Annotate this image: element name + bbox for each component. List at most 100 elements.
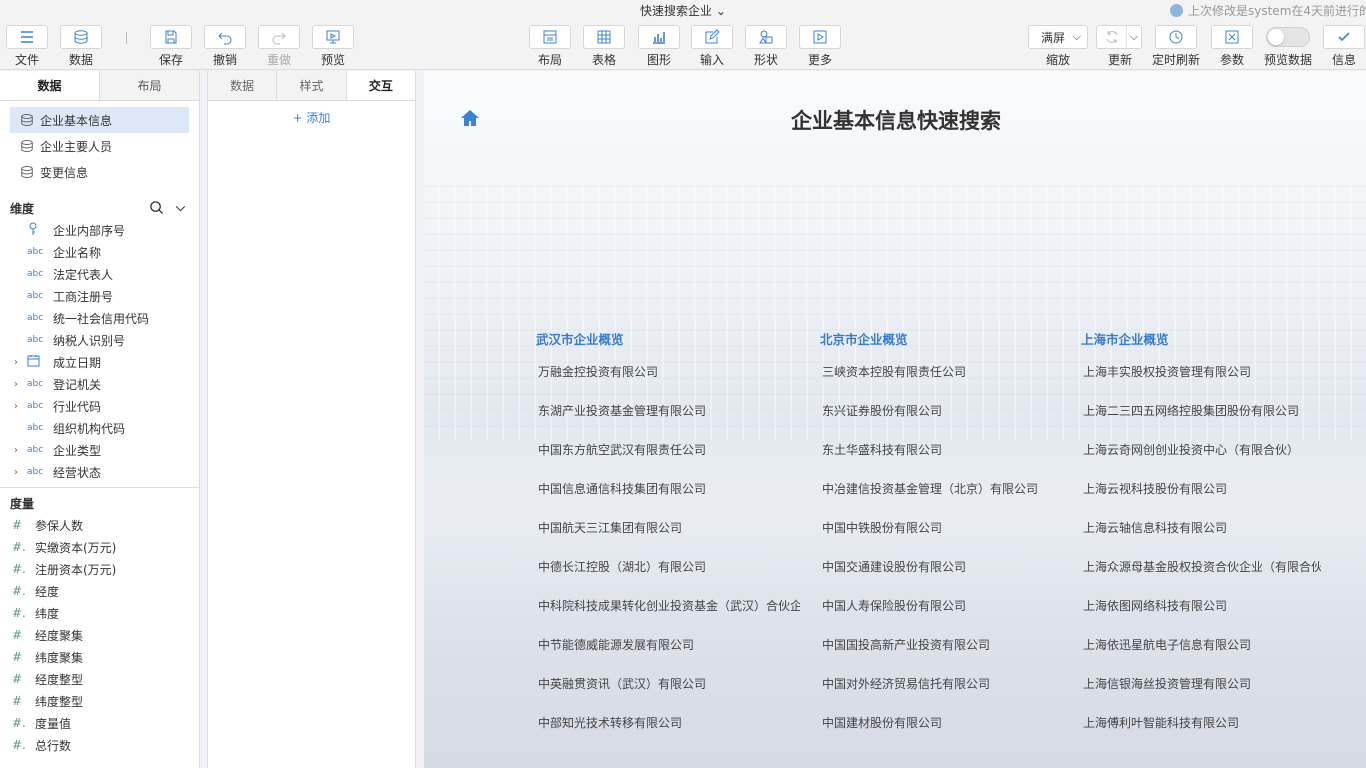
dimension-item[interactable]: › 成立日期 — [0, 351, 199, 373]
measure-item[interactable]: # 参保人数 — [0, 514, 199, 536]
dataset-item[interactable]: 企业主要人员 — [10, 133, 189, 159]
company-link[interactable]: 中英融贯资讯（武汉）有限公司 — [538, 675, 800, 692]
measure-item[interactable]: #. 总行数 — [0, 734, 199, 756]
company-link[interactable]: 东湖产业投资基金管理有限公司 — [538, 402, 800, 419]
tab-data[interactable]: 数据 — [0, 71, 100, 100]
redo-button[interactable]: 重做 — [257, 25, 301, 68]
bar-chart-icon — [653, 32, 665, 44]
measure-item[interactable]: #. 注册资本(万元) — [0, 558, 199, 580]
company-link[interactable]: 中国东方航空武汉有限责任公司 — [538, 441, 800, 458]
company-link[interactable]: 上海二三四五网络控股集团股份有限公司 — [1083, 402, 1321, 419]
dimension-item[interactable]: 企业内部序号 — [0, 219, 199, 241]
company-link[interactable]: 上海丰实股权投资管理有限公司 — [1083, 363, 1321, 380]
company-link[interactable]: 三峡资本控股有限责任公司 — [822, 363, 1062, 380]
measure-item[interactable]: # 纬度聚集 — [0, 646, 199, 668]
company-link[interactable]: 上海信银海丝投资管理有限公司 — [1083, 675, 1321, 692]
dimension-item[interactable]: abc 工商注册号 — [0, 285, 199, 307]
dimension-item[interactable]: abc 法定代表人 — [0, 263, 199, 285]
number-type-icon: #. — [12, 606, 26, 620]
text-type-icon: abc — [27, 269, 44, 279]
company-link[interactable]: 中国信息通信科技集团有限公司 — [538, 480, 800, 497]
number-type-icon: # — [12, 518, 23, 532]
chevron-right-icon[interactable]: › — [14, 379, 18, 390]
measure-item[interactable]: # 经度聚集 — [0, 624, 199, 646]
measure-item[interactable]: #. 纬度 — [0, 602, 199, 624]
input-button[interactable]: 输入 — [690, 25, 734, 68]
dataset-item[interactable]: 企业基本信息 — [10, 107, 189, 133]
company-link[interactable]: 上海傅利叶智能科技有限公司 — [1083, 714, 1321, 731]
chevron-down-icon[interactable]: ⌵ — [176, 200, 185, 215]
refresh-button[interactable]: ⌵ — [1096, 25, 1142, 49]
data-button[interactable]: 数据 — [59, 25, 103, 68]
add-interaction-button[interactable]: + 添加 — [208, 109, 415, 126]
document-title[interactable]: 快速搜索企业 ⌄ — [0, 2, 1366, 19]
tab-interaction[interactable]: 交互 — [346, 71, 415, 100]
company-link[interactable]: 中国人寿保险股份有限公司 — [822, 597, 1062, 614]
chevron-right-icon[interactable]: › — [14, 467, 18, 478]
file-button[interactable]: 文件 — [5, 25, 49, 68]
zoom-select[interactable]: 满屏 ⌵ — [1028, 25, 1088, 49]
params-button[interactable]: 参数 — [1210, 25, 1254, 68]
dimension-item[interactable]: › abc 行业代码 — [0, 395, 199, 417]
undo-button[interactable]: 撤销 — [203, 25, 247, 68]
save-button[interactable]: 保存 — [149, 25, 193, 68]
table-button[interactable]: 表格 — [582, 25, 626, 68]
shape-button[interactable]: 形状 — [744, 25, 788, 68]
dataset-item[interactable]: 变更信息 — [10, 159, 189, 185]
search-icon[interactable] — [149, 200, 164, 215]
tab-layout[interactable]: 布局 — [100, 71, 199, 100]
company-link[interactable]: 上海依迅星航电子信息有限公司 — [1083, 636, 1321, 653]
refresh-dropdown[interactable]: ⌵ — [1127, 30, 1141, 44]
chevron-right-icon[interactable]: › — [14, 401, 18, 412]
company-link[interactable]: 中德长江控股（湖北）有限公司 — [538, 558, 800, 575]
measure-item[interactable]: # 经度整型 — [0, 668, 199, 690]
zoom-label: 缩放 — [1046, 53, 1071, 67]
text-type-icon: abc — [27, 445, 44, 455]
preview-button[interactable]: 预览 — [311, 25, 355, 68]
timed-refresh-button[interactable]: 定时刷新 — [1152, 25, 1200, 68]
tab-data[interactable]: 数据 — [208, 71, 278, 100]
chevron-right-icon[interactable]: › — [14, 357, 18, 368]
preview-data-toggle[interactable] — [1266, 27, 1310, 47]
chevron-down-icon: ⌵ — [1072, 30, 1081, 43]
tab-style[interactable]: 样式 — [277, 71, 347, 100]
company-link[interactable]: 万融金控投资有限公司 — [538, 363, 800, 380]
company-link[interactable]: 中国交通建设股份有限公司 — [822, 558, 1062, 575]
company-link[interactable]: 中国国投高新产业投资有限公司 — [822, 636, 1062, 653]
dimension-item[interactable]: abc 纳税人识别号 — [0, 329, 199, 351]
dimension-item[interactable]: › abc 登记机关 — [0, 373, 199, 395]
company-link[interactable]: 上海依图网络科技有限公司 — [1083, 597, 1321, 614]
company-link[interactable]: 中节能德威能源发展有限公司 — [538, 636, 800, 653]
company-link[interactable]: 中国中铁股份有限公司 — [822, 519, 1062, 536]
page-title: 企业基本信息快速搜索 — [791, 109, 1001, 133]
company-link[interactable]: 中冶建信投资基金管理（北京）有限公司 — [822, 480, 1062, 497]
info-button[interactable]: 信息 — [1322, 25, 1366, 68]
dataset-list: 企业基本信息 企业主要人员 变更信息 — [0, 101, 199, 185]
company-link[interactable]: 东土华盛科技有限公司 — [822, 441, 1062, 458]
dimension-item[interactable]: › abc 企业类型 — [0, 439, 199, 461]
company-link[interactable]: 东兴证券股份有限公司 — [822, 402, 1062, 419]
chevron-right-icon[interactable]: › — [14, 445, 18, 456]
company-link[interactable]: 中国航天三江集团有限公司 — [538, 519, 800, 536]
company-link[interactable]: 中国对外经济贸易信托有限公司 — [822, 675, 1062, 692]
company-link[interactable]: 中国建材股份有限公司 — [822, 714, 1062, 731]
dimension-item[interactable]: › abc 经营状态 — [0, 461, 199, 481]
chart-button[interactable]: 图形 — [637, 25, 681, 68]
company-link[interactable]: 上海云轴信息科技有限公司 — [1083, 519, 1321, 536]
company-link[interactable]: 上海众源母基金股权投资合伙企业（有限合伙 — [1083, 558, 1321, 575]
company-link[interactable]: 中科院科技成果转化创业投资基金（武汉）合伙企 — [538, 597, 800, 614]
dimension-item[interactable]: abc 企业名称 — [0, 241, 199, 263]
dimension-item[interactable]: abc 组织机构代码 — [0, 417, 199, 439]
measure-item[interactable]: #. 经度 — [0, 580, 199, 602]
redo-icon — [272, 32, 286, 45]
layout-button[interactable]: 布局 — [528, 25, 572, 68]
measure-item[interactable]: # 纬度整型 — [0, 690, 199, 712]
measure-item[interactable]: #. 实缴资本(万元) — [0, 536, 199, 558]
more-button[interactable]: 更多 — [798, 25, 842, 68]
measure-item[interactable]: #. 度量值 — [0, 712, 199, 734]
dimension-item[interactable]: abc 统一社会信用代码 — [0, 307, 199, 329]
company-link[interactable]: 上海云奇网创创业投资中心（有限合伙） — [1083, 441, 1321, 458]
company-link[interactable]: 上海云视科技股份有限公司 — [1083, 480, 1321, 497]
company-link[interactable]: 中部知光技术转移有限公司 — [538, 714, 800, 731]
text-type-icon: abc — [27, 291, 44, 301]
